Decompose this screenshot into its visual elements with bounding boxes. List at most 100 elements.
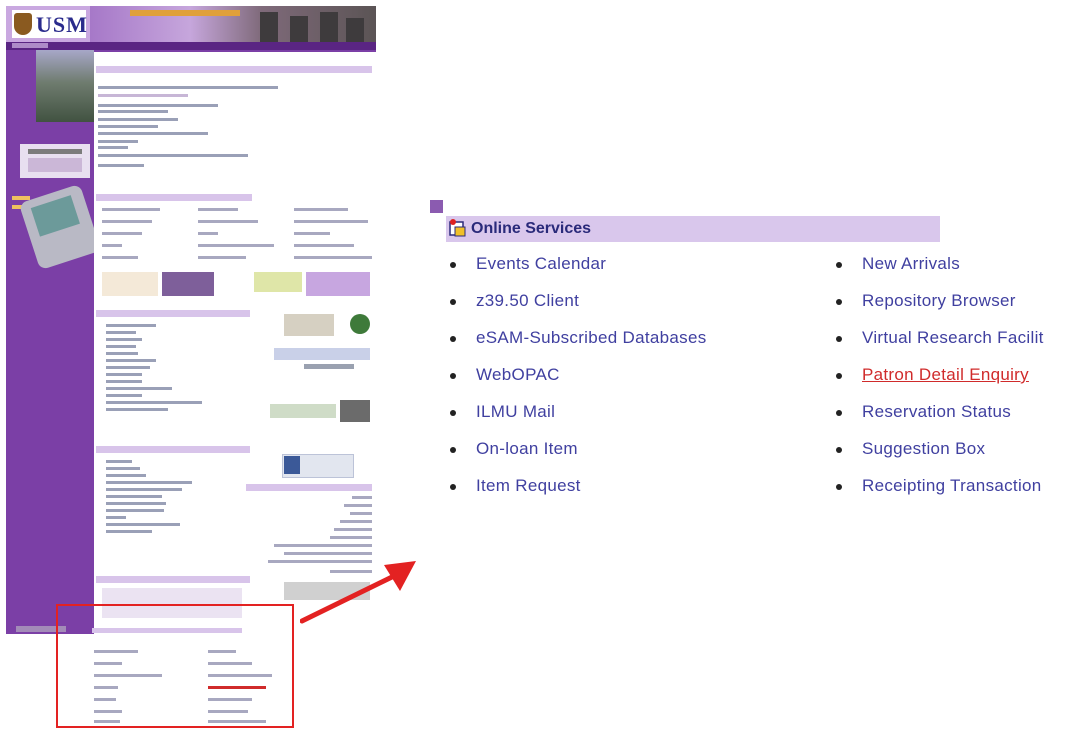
link-new-arrivals[interactable]: New Arrivals: [862, 254, 960, 274]
quick-link[interactable]: [294, 244, 354, 247]
digital-library-banner[interactable]: [306, 272, 370, 296]
quick-link[interactable]: [102, 232, 142, 235]
quick-link[interactable]: [198, 244, 274, 247]
mini-list-item-active[interactable]: [208, 686, 266, 689]
announcement-line[interactable]: [98, 154, 248, 157]
promo-banner[interactable]: [162, 272, 214, 296]
promo-banner[interactable]: [254, 272, 302, 292]
quick-link[interactable]: [102, 244, 122, 247]
link-virtual-research-facility[interactable]: Virtual Research Facilit: [862, 328, 1044, 348]
list-item[interactable]: [106, 460, 132, 463]
list-item[interactable]: Reservation Status: [836, 402, 1069, 439]
list-item[interactable]: [106, 352, 138, 355]
mini-list-item[interactable]: [208, 662, 252, 665]
list-item[interactable]: Suggestion Box: [836, 439, 1069, 476]
announcement-line[interactable]: [98, 118, 178, 121]
link-receipting-transaction[interactable]: Receipting Transaction: [862, 476, 1042, 496]
live-chat-widget[interactable]: [284, 314, 334, 336]
quick-link[interactable]: [294, 220, 368, 223]
quick-link[interactable]: [102, 256, 138, 259]
list-item[interactable]: ILMU Mail: [450, 402, 810, 439]
link-ilmu-mail[interactable]: ILMU Mail: [476, 402, 555, 422]
databases-banner[interactable]: [274, 348, 370, 360]
list-item[interactable]: On-loan Item: [450, 439, 810, 476]
list-item[interactable]: z39.50 Client: [450, 291, 810, 328]
announcement-line[interactable]: [98, 140, 138, 143]
announcement-line[interactable]: [98, 86, 278, 89]
list-item[interactable]: [106, 408, 168, 411]
announcement-line[interactable]: [98, 164, 144, 167]
list-item[interactable]: [106, 516, 126, 519]
chat-icon[interactable]: [350, 314, 370, 334]
list-item[interactable]: [106, 481, 192, 484]
link-reservation-status[interactable]: Reservation Status: [862, 402, 1011, 422]
mini-list-item[interactable]: [94, 686, 118, 689]
mini-list-item[interactable]: [94, 662, 122, 665]
list-item[interactable]: Receipting Transaction: [836, 476, 1069, 513]
list-item[interactable]: [106, 324, 156, 327]
list-item[interactable]: Repository Browser: [836, 291, 1069, 328]
mini-list-item[interactable]: [94, 710, 122, 713]
mini-list-item[interactable]: [94, 720, 120, 723]
quick-link[interactable]: [294, 208, 348, 211]
announcement-line[interactable]: [98, 125, 158, 128]
list-item[interactable]: [106, 345, 136, 348]
link-on-loan-item[interactable]: On-loan Item: [476, 439, 578, 459]
mini-list-item[interactable]: [208, 698, 252, 701]
list-item[interactable]: [106, 467, 140, 470]
quick-link[interactable]: [294, 256, 372, 259]
mini-list-item[interactable]: [208, 710, 248, 713]
link-patron-detail-enquiry[interactable]: Patron Detail Enquiry: [862, 365, 1029, 385]
list-item[interactable]: [106, 359, 156, 362]
quick-link[interactable]: [102, 220, 152, 223]
list-item[interactable]: [106, 366, 150, 369]
list-item[interactable]: Item Request: [450, 476, 810, 513]
mini-list-item[interactable]: [94, 698, 116, 701]
quick-link[interactable]: [198, 208, 238, 211]
list-item[interactable]: [106, 380, 142, 383]
list-item[interactable]: [106, 373, 142, 376]
quick-link[interactable]: [102, 208, 160, 211]
list-item[interactable]: [106, 394, 142, 397]
announcement-line[interactable]: [98, 104, 218, 107]
link-repository-browser[interactable]: Repository Browser: [862, 291, 1016, 311]
quick-link[interactable]: [294, 232, 330, 235]
list-item[interactable]: Virtual Research Facilit: [836, 328, 1069, 365]
opac-banner[interactable]: [102, 272, 158, 296]
sidebar-badge[interactable]: [20, 144, 90, 178]
link-events-calendar[interactable]: Events Calendar: [476, 254, 606, 274]
mini-list-item[interactable]: [208, 650, 236, 653]
list-item[interactable]: New Arrivals: [836, 254, 1069, 291]
announcement-line[interactable]: [98, 110, 168, 113]
link-esam-databases[interactable]: eSAM-Subscribed Databases: [476, 328, 707, 348]
list-item[interactable]: Patron Detail Enquiry: [836, 365, 1069, 402]
list-item[interactable]: [106, 331, 136, 334]
mini-list-item[interactable]: [208, 720, 266, 723]
quick-link[interactable]: [198, 256, 246, 259]
link-webopac[interactable]: WebOPAC: [476, 365, 560, 385]
mini-list-item[interactable]: [208, 674, 272, 677]
list-item[interactable]: [106, 387, 172, 390]
list-item[interactable]: [106, 495, 162, 498]
quick-link[interactable]: [198, 220, 258, 223]
link-suggestion-box[interactable]: Suggestion Box: [862, 439, 985, 459]
workshop-image[interactable]: [340, 400, 370, 422]
announcement-line[interactable]: [98, 94, 188, 97]
mini-list-item[interactable]: [94, 650, 138, 653]
announcement-line[interactable]: [98, 146, 128, 149]
link-item-request[interactable]: Item Request: [476, 476, 581, 496]
info-literacy-banner[interactable]: [270, 404, 336, 418]
list-item[interactable]: [106, 488, 182, 491]
facebook-icon[interactable]: [284, 456, 300, 474]
sidebar-link[interactable]: [12, 196, 30, 200]
list-item[interactable]: [106, 509, 164, 512]
list-item[interactable]: [106, 401, 202, 404]
list-item[interactable]: [106, 474, 146, 477]
list-item[interactable]: [106, 530, 152, 533]
list-item[interactable]: [106, 523, 180, 526]
mini-list-item[interactable]: [94, 674, 162, 677]
list-item[interactable]: [106, 338, 142, 341]
quick-link[interactable]: [198, 232, 218, 235]
list-item[interactable]: WebOPAC: [450, 365, 810, 402]
list-item[interactable]: [106, 502, 166, 505]
